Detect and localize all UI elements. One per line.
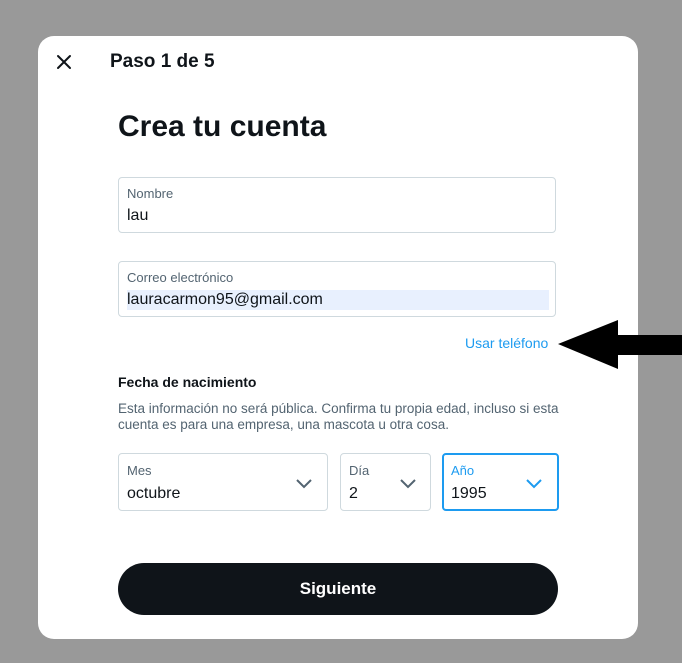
day-select[interactable]: Día 2 xyxy=(340,453,431,511)
close-icon[interactable] xyxy=(56,54,72,70)
chevron-down-icon xyxy=(400,479,416,489)
signup-modal: Paso 1 de 5 Crea tu cuenta Nombre lau Co… xyxy=(38,36,638,639)
year-value: 1995 xyxy=(451,485,487,502)
page-title: Crea tu cuenta xyxy=(118,110,327,143)
birthdate-description: Esta información no será pública. Confir… xyxy=(118,401,559,432)
use-phone-link[interactable]: Usar teléfono xyxy=(465,335,548,351)
year-select[interactable]: Año 1995 xyxy=(442,453,559,511)
name-field-label: Nombre xyxy=(127,186,174,201)
close-button[interactable] xyxy=(52,50,76,74)
chevron-down-icon xyxy=(526,479,542,489)
name-field[interactable]: Nombre lau xyxy=(118,177,556,233)
day-value: 2 xyxy=(349,485,358,502)
day-label: Día xyxy=(349,463,370,478)
arrow-left-icon xyxy=(558,320,682,369)
step-indicator: Paso 1 de 5 xyxy=(110,51,215,72)
month-label: Mes xyxy=(127,463,152,478)
birthdate-heading: Fecha de nacimiento xyxy=(118,374,257,390)
email-field[interactable]: Correo electrónico lauracarmon95@gmail.c… xyxy=(118,261,556,317)
email-field-label: Correo electrónico xyxy=(127,270,234,285)
year-label: Año xyxy=(451,463,475,478)
chevron-down-icon xyxy=(296,479,312,489)
month-value: octubre xyxy=(127,485,181,502)
next-button[interactable]: Siguiente xyxy=(118,563,558,615)
name-input[interactable]: lau xyxy=(127,207,148,225)
email-input[interactable]: lauracarmon95@gmail.com xyxy=(127,290,549,310)
month-select[interactable]: Mes octubre xyxy=(118,453,328,511)
